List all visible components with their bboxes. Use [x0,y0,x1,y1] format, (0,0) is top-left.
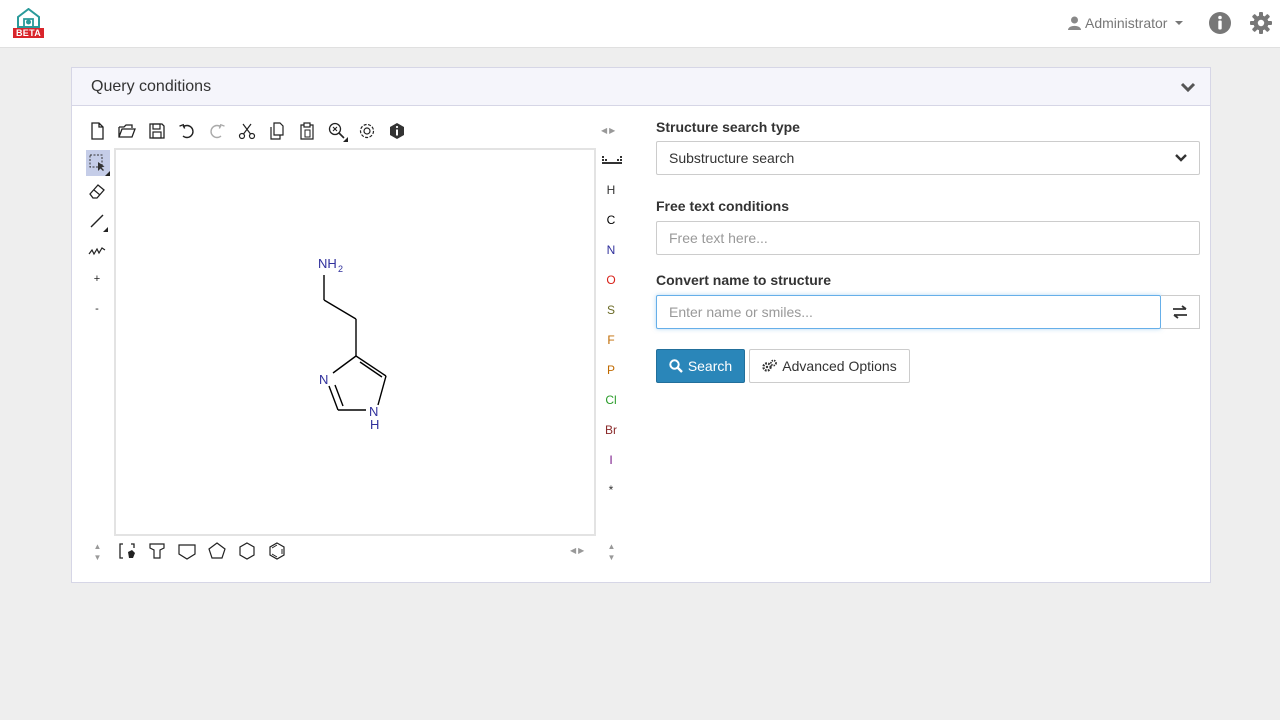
single-bond-icon[interactable] [86,210,108,232]
house-logo-icon [17,8,40,28]
chevron-down-icon [1175,154,1187,162]
element-button-cl[interactable]: Cl [600,389,622,411]
panel-title: Query conditions [91,78,212,95]
query-conditions-panel: Query conditions ◀▶ + - NH 2 N N H H C N… [71,67,1211,583]
search-icon [669,359,683,373]
element-button-p[interactable]: P [600,359,622,381]
user-menu[interactable]: Administrator [1068,13,1184,33]
free-text-label: Free text conditions [656,198,790,214]
chevron-down-icon[interactable] [1180,80,1196,94]
about-icon[interactable] [386,120,408,142]
name-smiles-input[interactable] [656,295,1161,329]
top-navbar: BETA Administrator [0,0,1280,48]
convert-label: Convert name to structure [656,272,832,288]
advanced-options-label: Advanced Options [782,358,897,374]
element-button-n[interactable]: N [600,239,622,261]
info-icon[interactable] [1208,11,1232,35]
selection-tool-icon[interactable] [86,150,110,176]
cyclohexane-icon[interactable] [236,540,258,562]
element-button-o[interactable]: O [600,269,622,291]
amine-subscript: 2 [338,264,343,274]
open-folder-icon[interactable] [116,120,138,142]
save-icon[interactable] [146,120,168,142]
charge-minus-button[interactable]: - [86,298,108,320]
amine-label: NH [318,256,337,271]
redo-icon[interactable] [206,120,228,142]
cyclopentane-icon[interactable] [206,540,228,562]
zoom-icon[interactable] [326,120,348,142]
advanced-options-button[interactable]: Advanced Options [749,349,910,383]
charge-plus-button[interactable]: + [86,268,108,290]
user-name: Administrator [1085,15,1168,31]
charge-minus-label: - [95,303,99,315]
gears-icon [762,359,778,372]
structure-type-label: Structure search type [656,119,800,135]
app-logo[interactable]: BETA [13,8,44,38]
search-button[interactable]: Search [656,349,745,383]
free-text-input[interactable] [656,221,1200,255]
undo-icon[interactable] [176,120,198,142]
convert-structure-button[interactable] [1161,295,1200,329]
ring-nh-h-label: H [370,417,379,432]
expand-horizontal-icon[interactable]: ◀▶ [601,126,617,135]
cut-icon[interactable] [236,120,258,142]
eraser-icon[interactable] [86,180,108,202]
element-button-any[interactable]: * [600,479,622,501]
caret-down-icon [1175,21,1184,25]
panel-heading[interactable]: Query conditions [72,68,1210,106]
element-button-h[interactable]: H [600,179,622,201]
chain-icon[interactable] [86,240,108,262]
template-shapes-icon[interactable] [116,540,138,562]
periodic-table-icon[interactable] [600,150,624,172]
element-button-s[interactable]: S [600,299,622,321]
structure-type-value: Substructure search [669,150,795,166]
benzene-icon[interactable] [266,540,288,562]
user-icon [1068,16,1081,30]
copy-icon[interactable] [266,120,288,142]
molecule-structure: NH 2 N N H [318,256,387,432]
cyclopropane-icon[interactable] [146,540,168,562]
exchange-icon [1173,305,1187,319]
ring-n-label: N [319,372,328,387]
expand-vertical-icon[interactable]: ▲▼ [93,542,102,564]
element-button-c[interactable]: C [600,209,622,231]
beta-badge: BETA [13,28,44,38]
search-button-label: Search [687,358,733,374]
expand-vertical-right-icon[interactable]: ▲▼ [607,542,616,564]
gear-icon[interactable] [1249,11,1273,35]
element-button-i[interactable]: I [600,449,622,471]
structure-type-select[interactable]: Substructure search [656,141,1200,175]
charge-plus-label: + [93,273,101,285]
cyclobutane-icon[interactable] [176,540,198,562]
element-button-f[interactable]: F [600,329,622,351]
expand-horizontal-bottom-icon[interactable]: ◀▶ [570,546,586,555]
paste-icon[interactable] [296,120,318,142]
sketcher-canvas[interactable]: NH 2 N N H [114,148,596,536]
element-button-br[interactable]: Br [600,419,622,441]
settings-icon[interactable] [356,120,378,142]
new-document-icon[interactable] [86,120,108,142]
